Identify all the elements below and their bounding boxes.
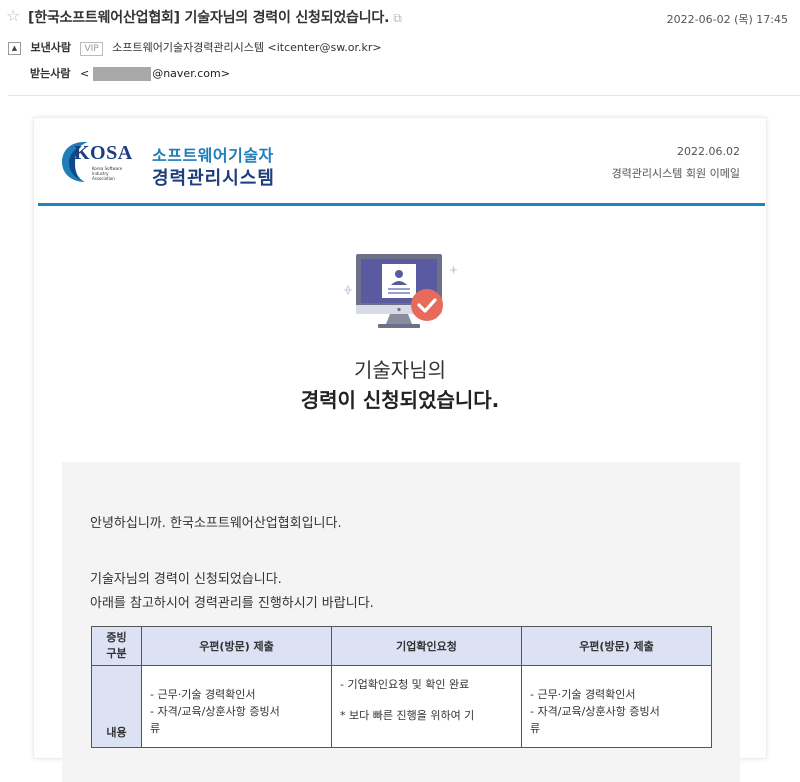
- vip-badge[interactable]: VIP: [80, 42, 103, 56]
- table-header-cell: 기업확인요청: [331, 626, 522, 666]
- cell-line: - 근무·기술 경력확인서: [150, 688, 256, 701]
- email-body-card: KOSA Korea Software Industry Association…: [34, 118, 766, 782]
- header-rule: [38, 203, 765, 206]
- table-cell: - 근무·기술 경력확인서 - 자격/교육/상훈사항 증빙서 류: [141, 665, 332, 748]
- cell-line: - 기업확인요청 및 확인 완료: [340, 678, 470, 691]
- mail-date: 2022-06-02 (목) 17:45: [666, 13, 788, 26]
- body-line1: 기술자님의 경력이 신청되었습니다.: [90, 572, 282, 587]
- from-row: ▲ 보낸사람 VIP 소프트웨어기술자경력관리시스템 <itcenter@sw.…: [8, 39, 382, 56]
- mail-subject: [한국소프트웨어산업협회] 기술자님의 경력이 신청되었습니다. ⧉: [28, 7, 402, 27]
- redacted-recipient: [93, 67, 152, 81]
- table-cell: - 근무·기술 경력확인서 - 자격/교육/상훈사항 증빙서 류: [521, 665, 712, 748]
- table-header-cell: 우편(방문) 제출: [521, 626, 712, 666]
- to-prefix: <: [79, 67, 90, 80]
- table-header-row: 증빙구분 우편(방문) 제출 기업확인요청 우편(방문) 제출: [91, 626, 712, 666]
- body-line2: 아래를 참고하시어 경력관리를 진행하시기 바랍니다.: [90, 596, 374, 611]
- table-header-cell: 우편(방문) 제출: [141, 626, 332, 666]
- from-label: 보낸사람: [30, 41, 71, 54]
- hero-line1: 기술자님의: [354, 358, 446, 382]
- table-row: 내용 - 근무·기술 경력확인서 - 자격/교육/상훈사항 증빙서 류 - 기업…: [91, 665, 712, 748]
- sender-address[interactable]: 소프트웨어기술자경력관리시스템 <itcenter@sw.or.kr>: [112, 41, 381, 54]
- kosa-logo-subtext: Korea Software Industry Association: [92, 166, 123, 181]
- to-label: 받는사람: [30, 67, 71, 80]
- to-row: 받는사람 < @naver.com>: [30, 65, 230, 81]
- cell-line: 류: [150, 722, 161, 735]
- brand-title-line1: 소프트웨어기술자: [152, 146, 274, 165]
- subject-row: ☆ [한국소프트웨어산업협회] 기술자님의 경력이 신청되었습니다. ⧉ 2022…: [6, 6, 794, 28]
- cell-line: 류: [530, 722, 541, 735]
- cell-line: * 보다 빠른 진행을 위하여 기: [340, 709, 475, 722]
- card-date: 2022.06.02: [677, 145, 740, 158]
- message-content-box: 안녕하십니까. 한국소프트웨어산업협회입니다. 기술자님의 경력이 신청되었습니…: [62, 462, 740, 782]
- table-cell: - 기업확인요청 및 확인 완료 * 보다 빠른 진행을 위하여 기: [331, 665, 522, 748]
- header-label-line1: 증빙: [106, 631, 127, 644]
- star-icon[interactable]: ☆: [6, 6, 24, 26]
- monitor-check-icon: [344, 254, 457, 328]
- kosa-logo-text: KOSA: [74, 142, 133, 164]
- greeting-text: 안녕하십니까. 한국소프트웨어산업협회입니다.: [90, 516, 342, 531]
- cell-line: - 근무·기술 경력확인서: [530, 688, 636, 701]
- hero-headline: 경력이 신청되었습니다.: [300, 388, 500, 412]
- brand-title-line2: 경력관리시스템: [152, 168, 275, 189]
- submission-table: 증빙구분 우편(방문) 제출 기업확인요청 우편(방문) 제출 내용 - 근무·…: [91, 626, 712, 748]
- popout-icon[interactable]: ⧉: [393, 11, 402, 25]
- header-divider: [8, 95, 800, 96]
- mail-header: ☆ [한국소프트웨어산업협회] 기술자님의 경력이 신청되었습니다. ⧉ 2022…: [0, 0, 800, 96]
- recipient-address[interactable]: @naver.com>: [152, 67, 230, 80]
- row-label: 내용: [91, 665, 142, 748]
- collapse-toggle-icon[interactable]: ▲: [8, 41, 21, 55]
- cell-line: - 자격/교육/상훈사항 증빙서: [530, 705, 660, 718]
- header-label-line2: 구분: [106, 647, 127, 660]
- cell-line: - 자격/교육/상훈사항 증빙서: [150, 705, 280, 718]
- mail-subject-text: [한국소프트웨어산업협회] 기술자님의 경력이 신청되었습니다.: [28, 10, 390, 26]
- table-header-cell: 증빙구분: [91, 626, 142, 666]
- card-subtitle: 경력관리시스템 회원 이메일: [611, 167, 740, 180]
- cell-gap: [340, 693, 513, 707]
